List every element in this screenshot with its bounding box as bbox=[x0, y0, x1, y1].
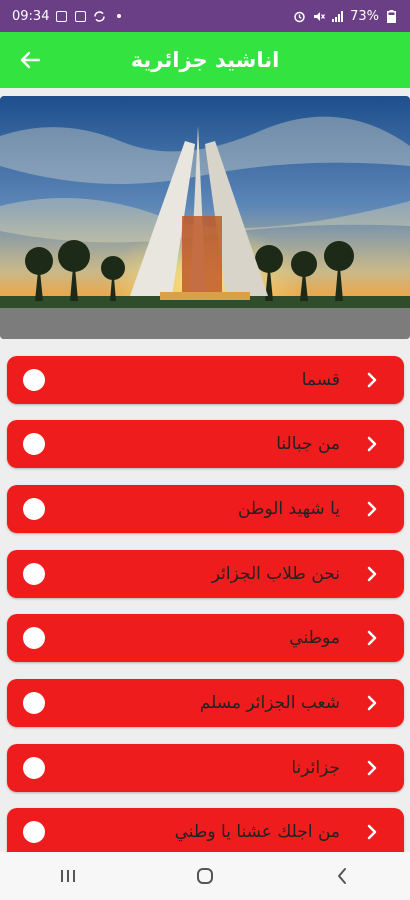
radio-icon[interactable] bbox=[23, 627, 45, 649]
dot-icon bbox=[112, 10, 125, 23]
alarm-icon bbox=[293, 10, 306, 23]
back-icon bbox=[337, 868, 346, 884]
app-bar: اناشيد جزائرية bbox=[0, 32, 410, 88]
battery-icon bbox=[385, 9, 398, 23]
hero-image bbox=[0, 96, 410, 339]
list-item[interactable]: نحن طلاب الجزائر bbox=[7, 550, 404, 598]
mail-icon bbox=[74, 10, 87, 23]
chevron-right-icon bbox=[362, 822, 382, 842]
chevron-right-icon bbox=[362, 693, 382, 713]
home-icon bbox=[196, 868, 213, 884]
status-time: 09:34 bbox=[12, 8, 50, 24]
song-title: شعب الجزائر مسلم bbox=[199, 693, 340, 713]
radio-icon[interactable] bbox=[23, 498, 45, 520]
back-nav-button[interactable] bbox=[312, 856, 372, 896]
song-title: يا شهيد الوطن bbox=[237, 499, 340, 519]
image-icon bbox=[55, 10, 68, 23]
chevron-right-icon bbox=[362, 434, 382, 454]
home-button[interactable] bbox=[175, 856, 235, 896]
radio-icon[interactable] bbox=[23, 821, 45, 843]
song-title: موطني bbox=[289, 628, 340, 648]
song-title: جزائرنا bbox=[291, 758, 340, 778]
signal-icon bbox=[331, 10, 344, 23]
chevron-right-icon bbox=[362, 564, 382, 584]
song-title: نحن طلاب الجزائر bbox=[211, 564, 340, 584]
radio-icon[interactable] bbox=[23, 433, 45, 455]
list-item[interactable]: يا شهيد الوطن bbox=[7, 485, 404, 533]
recents-button[interactable] bbox=[38, 856, 98, 896]
radio-icon[interactable] bbox=[23, 369, 45, 391]
sync-icon bbox=[93, 10, 106, 23]
status-left: 09:34 bbox=[12, 9, 125, 24]
page-title: اناشيد جزائرية bbox=[130, 48, 280, 72]
radio-icon[interactable] bbox=[23, 692, 45, 714]
chevron-right-icon bbox=[362, 758, 382, 778]
arrow-left-icon bbox=[20, 51, 41, 69]
song-title: من اجلك عشنا يا وطني bbox=[174, 822, 340, 842]
recents-icon bbox=[61, 870, 76, 882]
list-item[interactable]: من اجلك عشنا يا وطني bbox=[7, 808, 404, 852]
song-title: قسما bbox=[301, 370, 340, 390]
chevron-right-icon bbox=[362, 370, 382, 390]
list-item[interactable]: موطني bbox=[7, 614, 404, 662]
mute-icon bbox=[312, 10, 326, 23]
radio-icon[interactable] bbox=[23, 757, 45, 779]
status-bar: 09:34 73% bbox=[0, 0, 410, 32]
list-item[interactable]: قسما bbox=[7, 356, 404, 404]
radio-icon[interactable] bbox=[23, 563, 45, 585]
battery-percent: 73% bbox=[350, 8, 379, 24]
list-item[interactable]: جزائرنا bbox=[7, 744, 404, 792]
list-item[interactable]: شعب الجزائر مسلم bbox=[7, 679, 404, 727]
chevron-right-icon bbox=[362, 499, 382, 519]
status-right: 73% bbox=[293, 9, 398, 24]
system-nav-bar bbox=[0, 852, 410, 900]
back-button[interactable] bbox=[10, 40, 50, 80]
song-title: من جبالنا bbox=[276, 434, 340, 454]
chevron-right-icon bbox=[362, 628, 382, 648]
list-item[interactable]: من جبالنا bbox=[7, 420, 404, 468]
martyrs-memorial-photo bbox=[0, 96, 410, 339]
